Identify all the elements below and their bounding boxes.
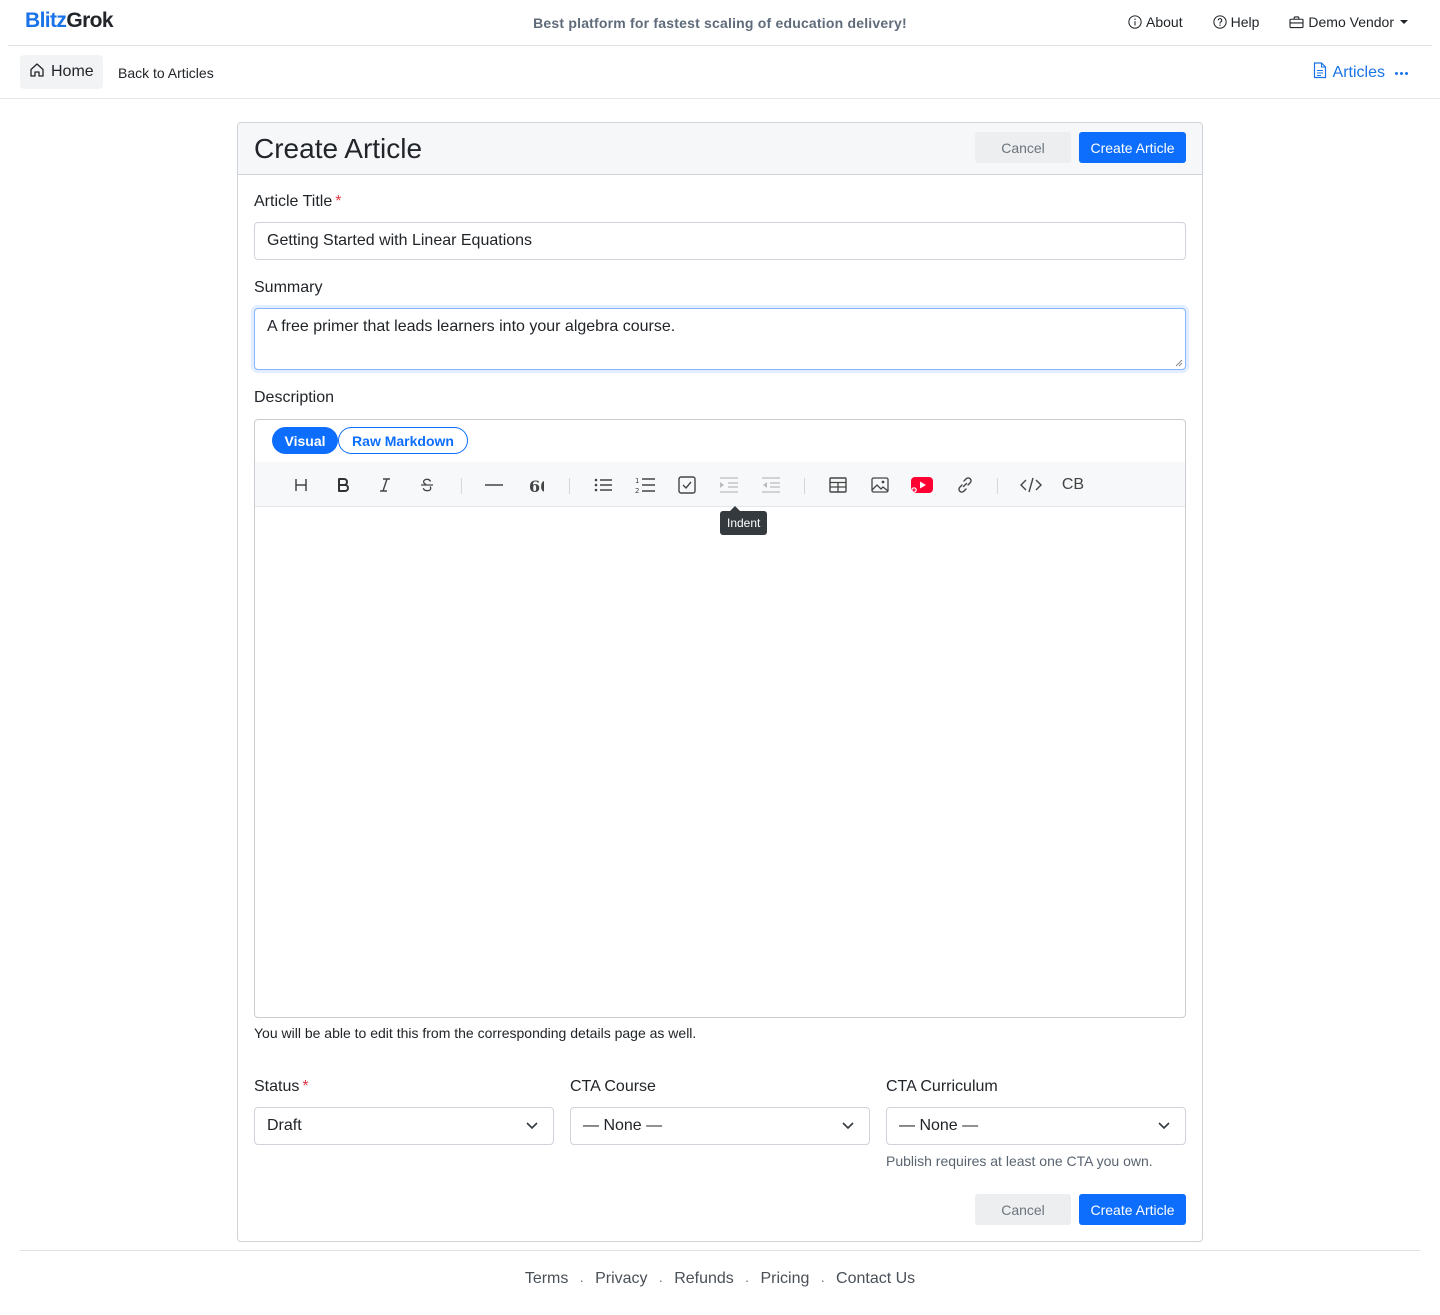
heading-icon[interactable] bbox=[289, 473, 313, 497]
youtube-icon[interactable] bbox=[910, 473, 934, 497]
status-label: Status * bbox=[254, 1078, 309, 1096]
footer-terms-link[interactable]: Terms bbox=[525, 1270, 569, 1290]
status-select[interactable]: Draft bbox=[254, 1107, 554, 1145]
cta-course-select-value: — None — bbox=[583, 1117, 663, 1134]
articles-menu[interactable]: Articles bbox=[1313, 62, 1408, 84]
chevron-down-icon bbox=[842, 1122, 854, 1130]
cta-course-label: CTA Course bbox=[570, 1078, 656, 1095]
horizontal-rule-icon[interactable] bbox=[482, 473, 506, 497]
summary-text: A free primer that leads learners into y… bbox=[267, 318, 676, 335]
summary-label: Summary bbox=[254, 279, 323, 296]
info-icon bbox=[1128, 15, 1142, 29]
chevron-down-icon bbox=[526, 1122, 538, 1130]
footer-separator: · bbox=[579, 1272, 585, 1288]
svg-text:66: 66 bbox=[529, 477, 544, 493]
description-editor: Visual Raw Markdown 66 12 CB In bbox=[254, 419, 1186, 1018]
cta-curriculum-select-value: — None — bbox=[899, 1117, 979, 1134]
cancel-button-bottom[interactable]: Cancel bbox=[975, 1194, 1071, 1225]
task-list-icon[interactable] bbox=[675, 473, 699, 497]
status-select-value: Draft bbox=[267, 1117, 302, 1134]
footer-contact-link[interactable]: Contact Us bbox=[836, 1270, 915, 1290]
editor-content-area[interactable] bbox=[255, 507, 1185, 1017]
create-article-button-top[interactable]: Create Article bbox=[1079, 132, 1186, 163]
cta-help-text: Publish requires at least one CTA you ow… bbox=[886, 1153, 1153, 1169]
footer-refunds-link[interactable]: Refunds bbox=[674, 1270, 734, 1290]
footer-separator: · bbox=[744, 1272, 750, 1288]
create-article-card: Create Article Cancel Create Article Art… bbox=[237, 122, 1203, 1242]
link-icon[interactable] bbox=[953, 473, 977, 497]
briefcase-icon bbox=[1289, 15, 1304, 29]
summary-textarea[interactable]: A free primer that leads learners into y… bbox=[254, 308, 1186, 370]
chevron-down-icon bbox=[1158, 1122, 1170, 1130]
article-title-label-text: Article Title bbox=[254, 193, 333, 210]
article-title-label: Article Title * bbox=[254, 193, 341, 211]
more-icon[interactable] bbox=[1395, 71, 1408, 75]
tab-raw-markdown[interactable]: Raw Markdown bbox=[338, 427, 468, 454]
about-label: About bbox=[1146, 14, 1183, 30]
help-label: Help bbox=[1230, 14, 1260, 30]
description-label: Description bbox=[254, 389, 335, 406]
strikethrough-icon[interactable] bbox=[415, 473, 439, 497]
about-link[interactable]: About bbox=[1128, 14, 1183, 30]
footer-divider bbox=[20, 1250, 1420, 1251]
vendor-label: Demo Vendor bbox=[1308, 14, 1394, 30]
top-nav-links: About Help Demo Vendor bbox=[1098, 14, 1408, 30]
image-icon[interactable] bbox=[868, 473, 892, 497]
back-to-articles-link[interactable]: Back to Articles bbox=[118, 65, 214, 81]
cancel-button-top[interactable]: Cancel bbox=[975, 132, 1071, 163]
bold-icon[interactable] bbox=[331, 473, 355, 497]
cta-course-select[interactable]: — None — bbox=[570, 1107, 870, 1145]
required-mark: * bbox=[302, 1078, 309, 1095]
toolbar-divider bbox=[461, 478, 462, 494]
home-button[interactable]: Home bbox=[20, 55, 103, 89]
codeblock-icon[interactable]: CB bbox=[1061, 473, 1085, 497]
svg-text:1: 1 bbox=[635, 477, 639, 485]
sub-navbar: Home Back to Articles Articles bbox=[0, 46, 1440, 99]
question-icon bbox=[1212, 15, 1227, 29]
ordered-list-icon[interactable]: 12 bbox=[633, 473, 657, 497]
indent-icon[interactable] bbox=[717, 473, 741, 497]
create-article-button-bottom[interactable]: Create Article bbox=[1079, 1194, 1186, 1225]
document-icon bbox=[1313, 62, 1327, 84]
editor-toolbar: 66 12 CB bbox=[255, 462, 1185, 507]
card-header: Create Article Cancel Create Article bbox=[238, 123, 1202, 175]
cta-curriculum-label: CTA Curriculum bbox=[886, 1078, 998, 1095]
articles-label: Articles bbox=[1332, 64, 1385, 81]
quote-icon[interactable]: 66 bbox=[524, 473, 548, 497]
cta-curriculum-select[interactable]: — None — bbox=[886, 1107, 1186, 1145]
footer-privacy-link[interactable]: Privacy bbox=[595, 1270, 647, 1290]
page-title: Create Article bbox=[254, 133, 423, 164]
status-label-text: Status bbox=[254, 1078, 300, 1095]
footer: Terms · Privacy · Refunds · Pricing · Co… bbox=[0, 1270, 1440, 1290]
tab-visual[interactable]: Visual bbox=[272, 427, 338, 454]
footer-separator: · bbox=[658, 1272, 664, 1288]
vendor-dropdown[interactable]: Demo Vendor bbox=[1289, 14, 1408, 30]
italic-icon[interactable] bbox=[373, 473, 397, 497]
footer-pricing-link[interactable]: Pricing bbox=[760, 1270, 809, 1290]
table-icon[interactable] bbox=[826, 473, 850, 497]
chevron-down-icon bbox=[1400, 20, 1408, 24]
home-icon bbox=[29, 62, 45, 83]
editor-mode-tabs: Visual Raw Markdown bbox=[272, 427, 468, 454]
top-navbar: BlitzGrok Best platform for fastest scal… bbox=[8, 0, 1432, 46]
footer-separator: · bbox=[820, 1272, 826, 1288]
help-link[interactable]: Help bbox=[1212, 14, 1260, 30]
home-label: Home bbox=[51, 63, 94, 80]
svg-text:2: 2 bbox=[635, 487, 639, 494]
toolbar-divider bbox=[569, 478, 570, 494]
resize-handle-icon[interactable] bbox=[1175, 359, 1183, 367]
toolbar-divider bbox=[997, 478, 998, 494]
description-help-text: You will be able to edit this from the c… bbox=[254, 1025, 697, 1041]
required-mark: * bbox=[335, 193, 342, 210]
article-title-input[interactable]: Getting Started with Linear Equations bbox=[254, 222, 1186, 260]
outdent-icon[interactable] bbox=[759, 473, 783, 497]
toolbar-divider bbox=[804, 478, 805, 494]
code-icon[interactable] bbox=[1019, 473, 1043, 497]
bullet-list-icon[interactable] bbox=[591, 473, 615, 497]
